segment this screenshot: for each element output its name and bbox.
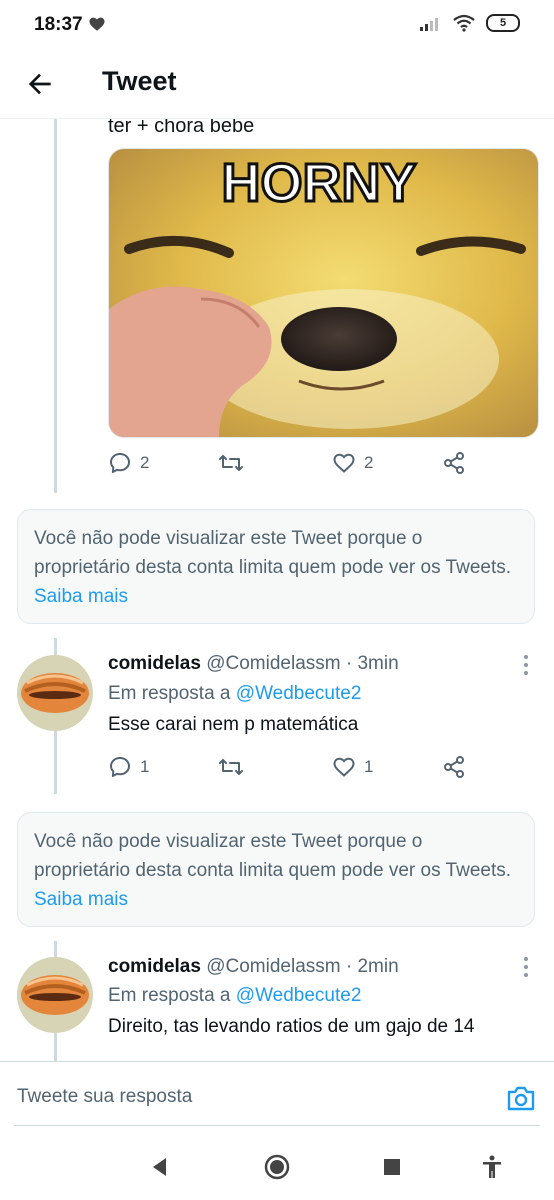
reply-icon [110,453,130,473]
in-reply-prefix: Em resposta a [108,683,231,704]
thread: ter + chora bebe HORNY 2 2 Você não pode… [0,119,554,1061]
nav-recents-icon[interactable] [378,1153,406,1181]
retweet-icon [219,759,243,775]
thread-line [54,119,57,493]
accessibility-icon[interactable] [478,1153,506,1181]
signal-icon [420,18,438,31]
tweet-actions: 1 1 [108,755,538,785]
tweet-header: comidelas @Comidelassm · 3min [108,653,399,674]
notice-text: Você não pode visualizar este Tweet porq… [34,831,512,881]
avatar-image [17,957,93,1033]
like-icon [333,453,355,473]
share-button[interactable] [442,451,466,475]
nav-back-icon[interactable] [146,1153,174,1181]
tweet-actions: 2 2 [108,451,538,481]
like-count: 2 [364,453,374,472]
battery-icon: 5 [486,14,520,32]
in-reply-handle[interactable]: @Wedbecute2 [236,683,362,704]
status-time: 18:37 [34,14,83,35]
in-reply-to: Em resposta a @Wedbecute2 [108,985,361,1007]
author-handle[interactable]: @Comidelassm [206,653,340,674]
reply-button[interactable]: 1 [108,755,149,779]
more-icon[interactable] [516,955,536,979]
like-button[interactable]: 2 [332,451,373,475]
in-reply-prefix: Em resposta a [108,985,231,1006]
reply-icon [110,757,130,777]
battery-level: 5 [499,17,507,29]
reply-input[interactable]: Tweete sua resposta [17,1086,192,1108]
meme-caption: HORNY [221,153,416,213]
camera-icon[interactable] [506,1084,536,1112]
top-bar: Tweet [0,52,554,119]
author-handle[interactable]: @Comidelassm [206,956,340,977]
like-icon [333,757,355,777]
share-icon [444,452,464,474]
tweet-text: Direito, tas levando ratios de um gajo d… [108,1016,475,1037]
nav-home-icon[interactable] [263,1153,291,1181]
restricted-tweet-notice: Você não pode visualizar este Tweet porq… [17,812,535,927]
in-reply-to: Em resposta a @Wedbecute2 [108,683,361,705]
restricted-tweet-notice: Você não pode visualizar este Tweet porq… [17,509,535,624]
author-name[interactable]: comidelas [108,956,201,977]
like-count: 1 [364,757,374,776]
status-bar: 18:37 5 [0,0,554,52]
system-nav-bar [0,1133,554,1200]
tweet-media[interactable]: HORNY [108,148,539,438]
learn-more-link[interactable]: Saiba mais [34,586,128,607]
notice-text: Você não pode visualizar este Tweet porq… [34,528,512,578]
wifi-icon [453,14,475,32]
reply-composer: Tweete sua resposta [0,1061,554,1134]
avatar-image [17,655,93,731]
share-icon [444,756,464,778]
retweet-button[interactable] [218,451,244,475]
reply-button[interactable]: 2 [108,451,149,475]
tweet-text: Esse carai nem p matemática [108,714,359,735]
in-reply-handle[interactable]: @Wedbecute2 [236,985,362,1006]
more-icon[interactable] [516,653,536,677]
back-arrow-icon[interactable] [24,68,56,100]
avatar[interactable] [17,655,93,731]
learn-more-link[interactable]: Saiba mais [34,889,128,910]
tweet-text: ter + chora bebe [108,119,255,137]
tweet-time: 3min [357,653,399,674]
retweet-icon [219,455,243,471]
tweet-time: 2min [357,956,399,977]
reply-count: 2 [140,453,150,472]
meme-image: HORNY [109,149,538,437]
status-icons: 5 [420,14,520,32]
heart-icon [89,17,105,31]
reply-count: 1 [140,757,150,776]
page-title: Tweet [102,66,177,96]
composer-divider [14,1125,540,1126]
like-button[interactable]: 1 [332,755,373,779]
retweet-button[interactable] [218,755,244,779]
author-name[interactable]: comidelas [108,653,201,674]
avatar[interactable] [17,957,93,1033]
share-button[interactable] [442,755,466,779]
tweet-header: comidelas @Comidelassm · 2min [108,956,399,977]
